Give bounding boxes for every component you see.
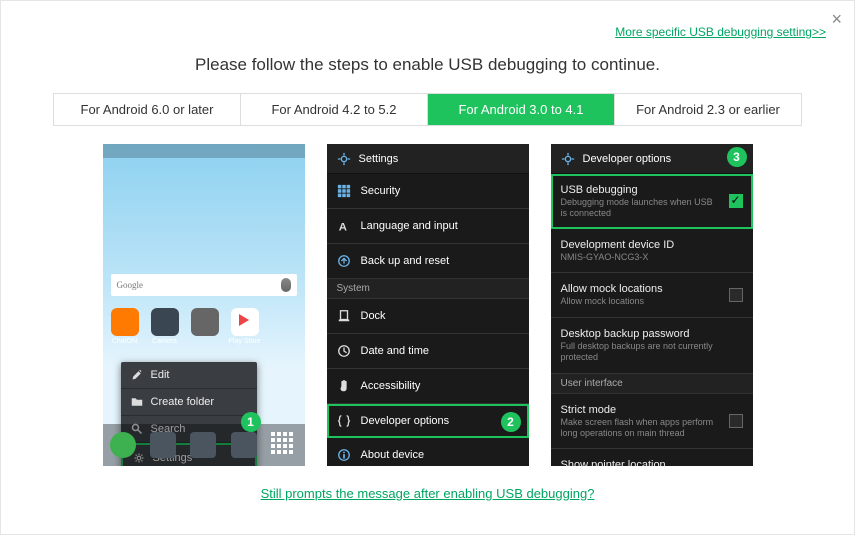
row-device-id: Development device ID NMIS-GYAO-NCG3-X [551,229,753,274]
row-mock-locations: Allow mock locations Allow mock location… [551,273,753,318]
phone-icon [110,432,136,458]
backup-pw-title: Desktop backup password [561,328,743,340]
row-security-label: Security [361,185,401,197]
strict-mode-title: Strict mode [561,404,719,416]
row-accessibility-label: Accessibility [361,380,421,392]
section-system: System [327,279,529,299]
menu-edit: Edit [121,362,257,389]
row-dock-label: Dock [361,310,386,322]
dialog: × More specific USB debugging setting>> … [0,0,855,535]
bottom-link-container: Still prompts the message after enabling… [29,486,826,501]
dialog-title: Please follow the steps to enable USB de… [29,55,826,75]
phone-step-1: 16:37 Fri, Jan 18 Tap to add city Google… [103,144,305,466]
settings-header-label: Settings [359,153,399,165]
language-icon: A [337,219,351,233]
row-backup-password: Desktop backup password Full desktop bac… [551,318,753,374]
section-ui: User interface [551,374,753,394]
mock-loc-sub: Allow mock locations [561,296,719,307]
tab-android-4-2[interactable]: For Android 4.2 to 5.2 [240,94,427,125]
row-backup-label: Back up and reset [361,255,450,267]
strict-mode-checkbox [729,414,743,428]
info-icon [337,448,351,462]
row-about-label: About device [361,449,425,461]
row-language-label: Language and input [361,220,458,232]
row-datetime: Date and time [327,334,529,369]
grid-icon [337,184,351,198]
google-logo: Google [117,280,144,290]
row-strict-mode: Strict mode Make screen flash when apps … [551,394,753,450]
more-settings-link[interactable]: More specific USB debugging setting>> [615,25,826,39]
app-icon [191,308,219,336]
folder-plus-icon [131,396,143,408]
step-badge-3: 3 [727,147,747,167]
row-security: Security [327,174,529,209]
chaton-icon: ChatON [111,308,139,336]
step-badge-1: 1 [241,412,261,432]
mic-icon [281,278,291,292]
tab-android-3-0[interactable]: For Android 3.0 to 4.1 [427,94,614,125]
home-icons: ChatON Camera Play Store [111,308,259,336]
mock-loc-checkbox [729,288,743,302]
row-developer-options: Developer options [327,404,529,438]
devopts-header-label: Developer options [583,153,672,165]
dock [103,424,305,466]
row-accessibility: Accessibility [327,369,529,404]
usb-debugging-title: USB debugging [561,184,719,196]
phones-row: 16:37 Fri, Jan 18 Tap to add city Google… [29,144,826,466]
top-link-container: More specific USB debugging setting>> [29,25,826,39]
dock-icon [337,309,351,323]
camera-icon: Camera [151,308,179,336]
hand-icon [337,379,351,393]
tab-android-2-3[interactable]: For Android 2.3 or earlier [614,94,801,125]
row-datetime-label: Date and time [361,345,429,357]
apps-icon [271,432,297,458]
strict-mode-sub: Make screen flash when apps perform long… [561,417,719,439]
messaging-icon [190,432,216,458]
device-id-title: Development device ID [561,239,743,251]
devopts-header: Developer options 3 [551,144,753,174]
step-badge-2: 2 [501,412,521,432]
pencil-icon [131,369,143,381]
row-usb-debugging: USB debugging Debugging mode launches wh… [551,174,753,229]
row-dock: Dock [327,299,529,334]
braces-icon [337,414,351,428]
backup-icon [337,254,351,268]
row-devopts-label: Developer options [361,415,450,427]
svg-text:A: A [338,221,346,233]
row-about: About device [327,438,529,466]
phone-step-2: Settings Security A Language and input B… [327,144,529,466]
mock-loc-title: Allow mock locations [561,283,719,295]
clock-icon [337,344,351,358]
internet-icon [231,432,257,458]
still-prompts-link[interactable]: Still prompts the message after enabling… [261,486,595,501]
play-store-icon: Play Store [231,308,259,336]
tab-android-6[interactable]: For Android 6.0 or later [54,94,240,125]
menu-edit-label: Edit [151,369,170,381]
phone-step-3: Developer options 3 USB debugging Debugg… [551,144,753,466]
menu-create-folder: Create folder [121,389,257,416]
row-backup: Back up and reset [327,244,529,279]
pointer-loc-title: Show pointer location [561,459,719,466]
backup-pw-sub: Full desktop backups are not currently p… [561,341,743,363]
gear-icon [337,152,351,166]
contacts-icon [150,432,176,458]
close-button[interactable]: × [831,9,842,30]
settings-header: Settings [327,144,529,174]
row-pointer-location: Show pointer location Screen overlay sho… [551,449,753,466]
row-language: A Language and input [327,209,529,244]
status-bar [103,144,305,158]
menu-folder-label: Create folder [151,396,215,408]
device-id-sub: NMIS-GYAO-NCG3-X [561,252,743,263]
google-search-bar: Google [111,274,297,296]
tabs: For Android 6.0 or later For Android 4.2… [53,93,802,126]
usb-debugging-checkbox [729,194,743,208]
usb-debugging-sub: Debugging mode launches when USB is conn… [561,197,719,219]
gear-icon [561,152,575,166]
